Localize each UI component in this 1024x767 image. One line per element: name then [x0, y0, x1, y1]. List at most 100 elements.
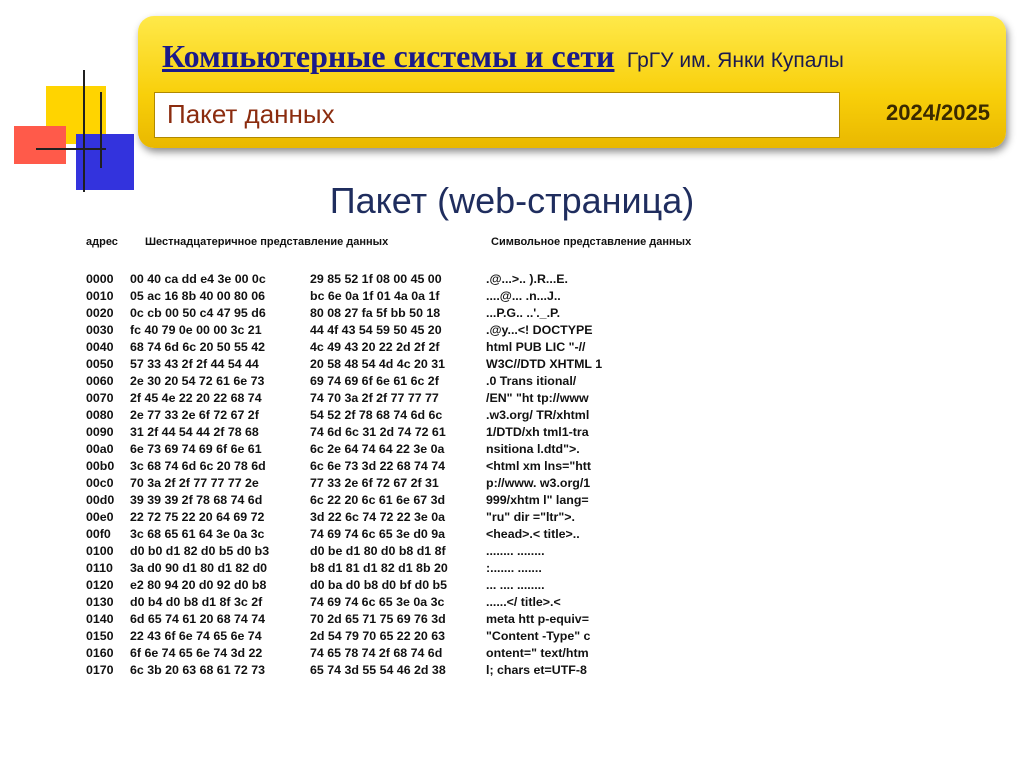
row-address: 0000 — [86, 272, 114, 286]
column-header-chars: Символьное представление данных — [491, 236, 692, 248]
row-address: 0160 — [86, 646, 114, 660]
row-address: 0110 — [86, 561, 113, 575]
row-hex-part1: 00 40 ca dd e4 3e 00 0c — [130, 272, 266, 286]
row-hex-part2: 69 74 69 6f 6e 61 6c 2f — [310, 374, 439, 388]
row-hex-part2: 20 58 48 54 4d 4c 20 31 — [310, 357, 446, 371]
row-address: 0010 — [86, 289, 114, 303]
row-chars: <html xm lns="htt — [486, 459, 592, 473]
row-hex-part1: 68 74 6d 6c 20 50 55 42 — [130, 340, 266, 354]
subtitle: Пакет данных — [167, 99, 335, 129]
row-hex-part1: 6d 65 74 61 20 68 74 74 — [130, 612, 266, 626]
decor-line — [83, 70, 85, 192]
row-hex-part2: d0 be d1 80 d0 b8 d1 8f — [310, 544, 446, 558]
row-chars: .@y...<! DOCTYPE — [486, 323, 593, 337]
row-hex-part1: 2e 77 33 2e 6f 72 67 2f — [130, 408, 259, 422]
row-hex-part1: d0 b4 d0 b8 d1 8f 3c 2f — [130, 595, 263, 609]
row-hex-part2: 70 2d 65 71 75 69 76 3d — [310, 612, 446, 626]
row-chars: ...P.G.. ..'._.P. — [486, 306, 561, 320]
row-hex-part1: 3a d0 90 d1 80 d1 82 d0 — [130, 561, 268, 575]
row-hex-part2: 74 6d 6c 31 2d 74 72 61 — [310, 425, 446, 439]
row-chars: "Content -Type" c — [486, 629, 591, 643]
row-hex-part2: 80 08 27 fa 5f bb 50 18 — [310, 306, 441, 320]
row-chars: ....@... .n...J.. — [486, 289, 561, 303]
row-chars: :....... ....... — [486, 561, 542, 575]
row-hex-part1: 0c cb 00 50 c4 47 95 d6 — [130, 306, 266, 320]
subtitle-box: Пакет данных — [154, 92, 840, 138]
row-hex-part2: 6c 2e 64 74 64 22 3e 0a — [310, 442, 445, 456]
row-chars: p://www. w3.org/1 — [486, 476, 591, 490]
row-hex-part1: 70 3a 2f 2f 77 77 77 2e — [130, 476, 259, 490]
row-hex-part1: 39 39 39 2f 78 68 74 6d — [130, 493, 263, 507]
row-hex-part1: 3c 68 74 6d 6c 20 78 6d — [130, 459, 266, 473]
row-address: 0170 — [86, 663, 114, 677]
row-hex-part2: bc 6e 0a 1f 01 4a 0a 1f — [310, 289, 440, 303]
row-chars: .0 Trans itional/ — [486, 374, 577, 388]
row-address: 00b0 — [86, 459, 115, 473]
row-chars: 1/DTD/xh tml1-tra — [486, 425, 589, 439]
row-chars: l; chars et=UTF-8 — [486, 663, 587, 677]
row-hex-part2: 65 74 3d 55 54 46 2d 38 — [310, 663, 446, 677]
row-chars: .w3.org/ TR/xhtml — [486, 408, 590, 422]
row-chars: ........ ........ — [486, 544, 545, 558]
row-hex-part2: d0 ba d0 b8 d0 bf d0 b5 — [310, 578, 448, 592]
row-chars: .@...>.. ).R...E. — [486, 272, 568, 286]
column-header-address: адрес — [86, 236, 118, 248]
row-address: 0150 — [86, 629, 114, 643]
row-hex-part1: 22 72 75 22 20 64 69 72 — [130, 510, 265, 524]
row-address: 00c0 — [86, 476, 114, 490]
row-address: 00d0 — [86, 493, 115, 507]
row-hex-part1: 2f 45 4e 22 20 22 68 74 — [130, 391, 262, 405]
row-hex-part2: 2d 54 79 70 65 22 20 63 — [310, 629, 446, 643]
row-hex-part2: 29 85 52 1f 08 00 45 00 — [310, 272, 442, 286]
row-chars: "ru" dir ="ltr">. — [486, 510, 575, 524]
row-address: 0080 — [86, 408, 114, 422]
row-chars: /EN" "ht tp://www — [486, 391, 589, 405]
row-hex-part2: 74 70 3a 2f 2f 77 77 77 — [310, 391, 439, 405]
row-hex-part2: 6c 6e 73 3d 22 68 74 74 — [310, 459, 446, 473]
row-chars: ontent=" text/htm — [486, 646, 589, 660]
header-banner: Компьютерные системы и сети ГрГУ им. Янк… — [138, 16, 1006, 148]
row-chars: html PUB LIC "-// — [486, 340, 586, 354]
slide-title: Пакет (web-страница) — [329, 180, 695, 221]
decor-line — [36, 148, 106, 150]
row-hex-part2: b8 d1 81 d1 82 d1 8b 20 — [310, 561, 448, 575]
row-hex-part1: 2e 30 20 54 72 61 6e 73 — [130, 374, 265, 388]
course-title: Компьютерные системы и сети — [162, 38, 615, 74]
row-address: 0020 — [86, 306, 114, 320]
university-name: ГрГУ им. Янки Купалы — [626, 49, 844, 72]
row-hex-part2: 77 33 2e 6f 72 67 2f 31 — [310, 476, 439, 490]
row-address: 0090 — [86, 425, 114, 439]
row-hex-part2: 54 52 2f 78 68 74 6d 6c — [310, 408, 443, 422]
row-address: 0100 — [86, 544, 114, 558]
row-hex-part1: 22 43 6f 6e 74 65 6e 74 — [130, 629, 262, 643]
row-hex-part1: 6f 6e 74 65 6e 74 3d 22 — [130, 646, 263, 660]
row-hex-part1: 3c 68 65 61 64 3e 0a 3c — [130, 527, 265, 541]
row-hex-part2: 74 65 78 74 2f 68 74 6d — [310, 646, 443, 660]
row-chars: 999/xhtm l" lang= — [486, 493, 589, 507]
row-hex-part1: 57 33 43 2f 2f 44 54 44 — [130, 357, 259, 371]
row-hex-part1: 31 2f 44 54 44 2f 78 68 — [130, 425, 259, 439]
banner-title: Компьютерные системы и сети ГрГУ им. Янк… — [162, 38, 844, 75]
row-address: 0140 — [86, 612, 114, 626]
row-address: 00a0 — [86, 442, 114, 456]
row-address: 0040 — [86, 340, 114, 354]
row-chars: meta htt p-equiv= — [486, 612, 589, 626]
row-chars: <head>.< title>.. — [486, 527, 580, 541]
row-hex-part1: fc 40 79 0e 00 00 3c 21 — [130, 323, 262, 337]
row-hex-part1: 6c 3b 20 63 68 61 72 73 — [130, 663, 266, 677]
row-hex-part1: 05 ac 16 8b 40 00 80 06 — [130, 289, 266, 303]
row-hex-part2: 4c 49 43 20 22 2d 2f 2f — [310, 340, 440, 354]
row-chars: ......</ title>.< — [486, 595, 561, 609]
row-chars: nsitiona l.dtd">. — [486, 442, 580, 456]
row-address: 0060 — [86, 374, 114, 388]
row-hex-part1: 6e 73 69 74 69 6f 6e 61 — [130, 442, 262, 456]
decor-red-square — [14, 126, 66, 164]
row-address: 0050 — [86, 357, 114, 371]
row-chars: W3C//DTD XHTML 1 — [486, 357, 603, 371]
academic-year: 2024/2025 — [886, 100, 990, 125]
row-hex-part1: e2 80 94 20 d0 92 d0 b8 — [130, 578, 267, 592]
row-chars: ... .... ........ — [486, 578, 545, 592]
row-hex-part2: 44 4f 43 54 59 50 45 20 — [310, 323, 442, 337]
row-address: 0030 — [86, 323, 114, 337]
row-hex-part1: d0 b0 d1 82 d0 b5 d0 b3 — [130, 544, 270, 558]
